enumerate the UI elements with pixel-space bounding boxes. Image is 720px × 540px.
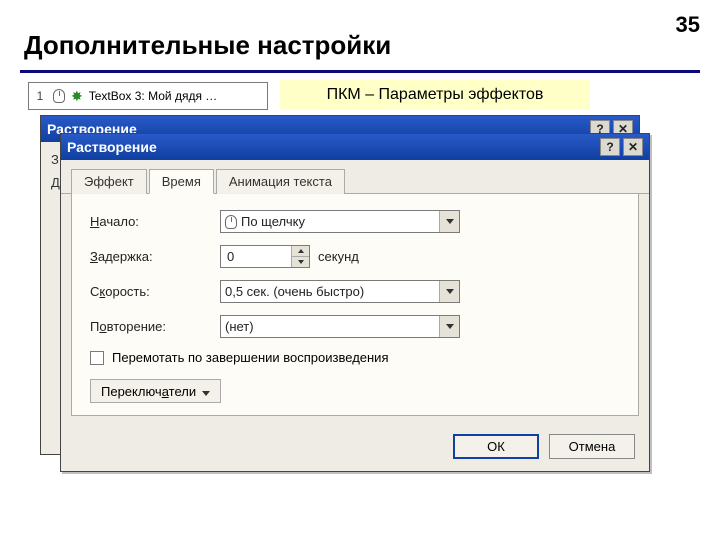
dropdown-arrow-icon[interactable] [439, 211, 459, 232]
start-value: По щелчку [241, 214, 305, 229]
repeat-value: (нет) [225, 319, 254, 334]
close-button[interactable]: ✕ [623, 138, 643, 156]
label-repeat: Повторение: [90, 319, 220, 334]
tab-time[interactable]: Время [149, 169, 214, 194]
start-combobox[interactable]: По щелчку [220, 210, 460, 233]
tab-effect[interactable]: Эффект [71, 169, 147, 194]
row-speed: Скорость: 0,5 сек. (очень быстро) [90, 280, 620, 303]
help-button[interactable]: ? [600, 138, 620, 156]
label-speed: Скорость: [90, 284, 220, 299]
ok-button[interactable]: ОК [453, 434, 539, 459]
label-start: Начало: [90, 214, 220, 229]
mouse-click-icon [53, 89, 65, 103]
effect-options-dialog: Растворение ? ✕ Эффект Время Анимация те… [60, 133, 650, 472]
tab-text-animation[interactable]: Анимация текста [216, 169, 345, 194]
row-repeat: Повторение: (нет) [90, 315, 620, 338]
mouse-icon [225, 215, 237, 229]
row-rewind: Перемотать по завершении воспроизведения [90, 350, 620, 365]
tab-body-time: Начало: По щелчку Задержка: 0 секунд Ско… [71, 194, 639, 416]
chevron-down-icon [202, 384, 210, 399]
page-title: Дополнительные настройки [24, 30, 391, 61]
page-number: 35 [676, 12, 700, 38]
row-start: Начало: По щелчку [90, 210, 620, 233]
title-underline [20, 70, 700, 73]
dialog-titlebar[interactable]: Растворение ? ✕ [61, 134, 649, 160]
delay-unit: секунд [318, 249, 359, 264]
dropdown-arrow-icon[interactable] [439, 281, 459, 302]
row-delay: Задержка: 0 секунд [90, 245, 620, 268]
spinner-arrows[interactable] [291, 246, 309, 267]
delay-spinner[interactable]: 0 [220, 245, 310, 268]
animation-item-label: TextBox 3: Мой дядя … [89, 89, 218, 103]
rewind-checkbox[interactable] [90, 351, 104, 365]
dialog-button-bar: ОК Отмена [61, 426, 649, 471]
hint-callout: ПКМ – Параметры эффектов [280, 80, 590, 110]
speed-combobox[interactable]: 0,5 сек. (очень быстро) [220, 280, 460, 303]
dropdown-arrow-icon[interactable] [439, 316, 459, 337]
speed-value: 0,5 сек. (очень быстро) [225, 284, 364, 299]
cancel-button[interactable]: Отмена [549, 434, 635, 459]
dialog-title: Растворение [67, 139, 157, 155]
animation-item-row[interactable]: 1 ✸ TextBox 3: Мой дядя … [28, 82, 268, 110]
effect-star-icon: ✸ [71, 89, 83, 103]
delay-value: 0 [227, 249, 234, 264]
tab-strip: Эффект Время Анимация текста [61, 160, 649, 194]
triggers-toggle-button[interactable]: Переключатели [90, 379, 221, 403]
animation-index: 1 [33, 89, 47, 103]
rewind-label: Перемотать по завершении воспроизведения [112, 350, 389, 365]
repeat-combobox[interactable]: (нет) [220, 315, 460, 338]
label-delay: Задержка: [90, 249, 220, 264]
